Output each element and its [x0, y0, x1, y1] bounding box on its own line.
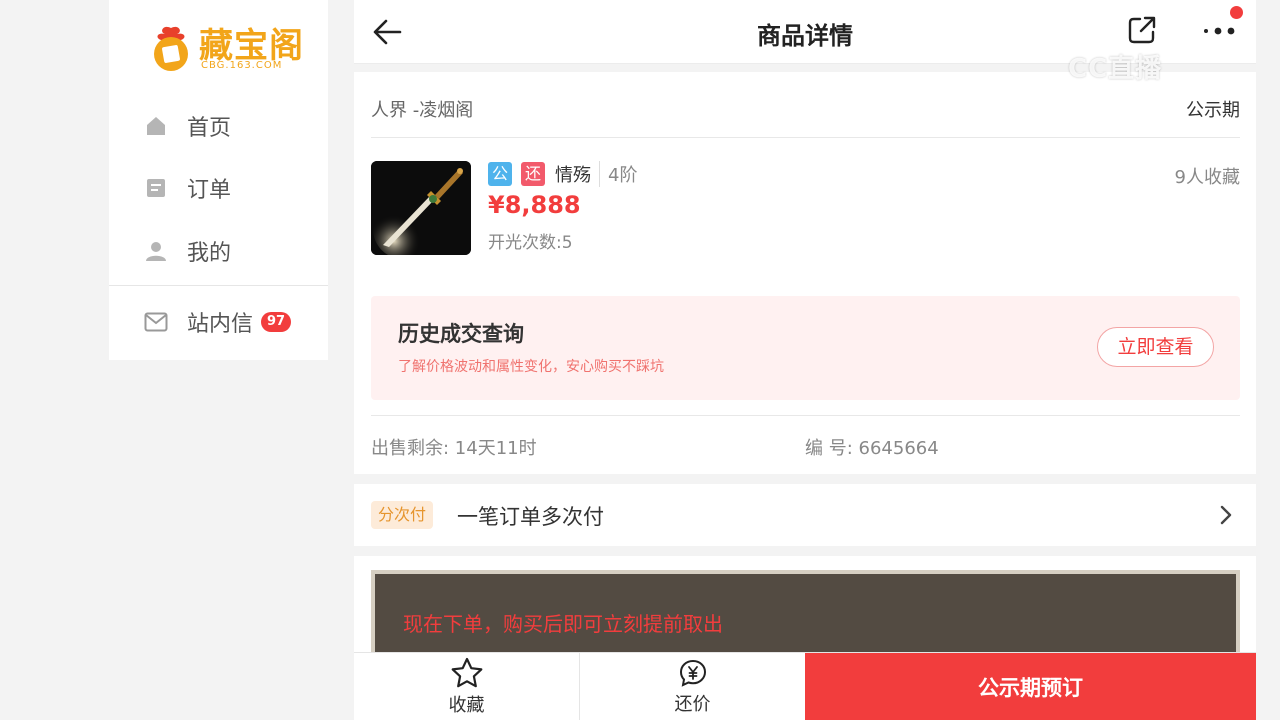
open-count: 开光次数:5	[488, 233, 573, 253]
more-dots-icon	[1204, 27, 1235, 35]
item-thumbnail[interactable]	[371, 161, 471, 255]
sidebar-item-label: 订单	[187, 178, 232, 203]
bargain-tag: 还	[521, 162, 545, 186]
item-price: ¥8,888	[488, 191, 581, 219]
sidebar-item-home[interactable]: 首页	[143, 106, 231, 146]
sale-remaining-time: 出售剩余: 14天11时	[371, 438, 537, 459]
item-serial-number: 编 号: 6645664	[805, 438, 939, 459]
sidebar-item-label: 首页	[187, 116, 232, 141]
divider	[371, 415, 1240, 416]
divider	[371, 137, 1240, 138]
item-card: 人界 -凌烟阁 公示期 公 还 情殇 4阶 9人收藏 ¥8,888 开光次数:5…	[354, 72, 1256, 474]
notification-dot	[1230, 6, 1243, 19]
installment-row[interactable]: 分次付 一笔订单多次付	[354, 484, 1256, 546]
stream-watermark: CC直播	[1068, 54, 1163, 84]
status-label: 公示期	[1186, 100, 1240, 121]
bargain-button[interactable]: 还价	[579, 653, 805, 720]
sword-image	[371, 161, 471, 255]
favorite-label: 收藏	[448, 695, 485, 716]
more-button[interactable]	[1200, 16, 1240, 46]
star-icon	[451, 657, 482, 688]
bargain-label: 还价	[674, 694, 711, 715]
sidebar-divider	[109, 285, 328, 286]
share-button[interactable]	[1126, 14, 1158, 46]
chevron-right-icon	[1220, 505, 1232, 525]
main-content: 商品详情 人界 -凌烟阁 公示期 公 还 情殇 4阶 9人收藏 ¥8,888 开…	[354, 0, 1256, 720]
home-icon	[143, 113, 169, 139]
yen-chat-icon	[679, 659, 706, 687]
promo-banner-text: 现在下单，购买后即可立刻提前取出	[403, 612, 723, 636]
user-icon	[143, 238, 169, 264]
item-tags: 公 还 情殇 4阶	[488, 161, 637, 187]
public-tag: 公	[488, 162, 512, 186]
page-title: 商品详情	[757, 22, 853, 50]
sidebar: 藏宝阁 CBG.163.COM 首页 订单 我的 站内信 97	[109, 0, 328, 360]
sidebar-item-orders[interactable]: 订单	[143, 168, 231, 208]
logo-subtitle: CBG.163.COM	[201, 60, 283, 71]
installment-text: 一笔订单多次付	[457, 505, 604, 529]
history-trades-panel: 历史成交查询 了解价格波动和属性变化，安心购买不踩坑 立即查看	[371, 296, 1240, 400]
server-name: 人界 -凌烟阁	[371, 100, 474, 121]
item-name: 情殇	[555, 161, 600, 187]
history-title: 历史成交查询	[398, 322, 524, 346]
cbg-logo[interactable]: 藏宝阁 CBG.163.COM	[145, 16, 305, 78]
share-icon	[1128, 16, 1156, 44]
preorder-button[interactable]: 公示期预订	[805, 653, 1256, 720]
bottom-action-bar: 收藏 还价 公示期预订	[354, 652, 1256, 720]
sidebar-item-messages[interactable]: 站内信 97	[143, 302, 292, 342]
installment-tag: 分次付	[371, 501, 434, 529]
sidebar-item-me[interactable]: 我的	[143, 231, 231, 271]
sidebar-item-label: 站内信	[187, 312, 254, 337]
favorite-button[interactable]: 收藏	[354, 653, 579, 720]
view-now-button[interactable]: 立即查看	[1097, 327, 1214, 367]
order-icon	[143, 175, 169, 201]
collect-count: 9人收藏	[1174, 167, 1240, 188]
sidebar-item-label: 我的	[187, 241, 232, 266]
mail-icon	[143, 309, 169, 335]
item-level: 4阶	[608, 165, 638, 186]
message-count-badge: 97	[261, 312, 292, 332]
logo-badge-icon	[154, 26, 188, 71]
history-subtitle: 了解价格波动和属性变化，安心购买不踩坑	[398, 359, 664, 375]
